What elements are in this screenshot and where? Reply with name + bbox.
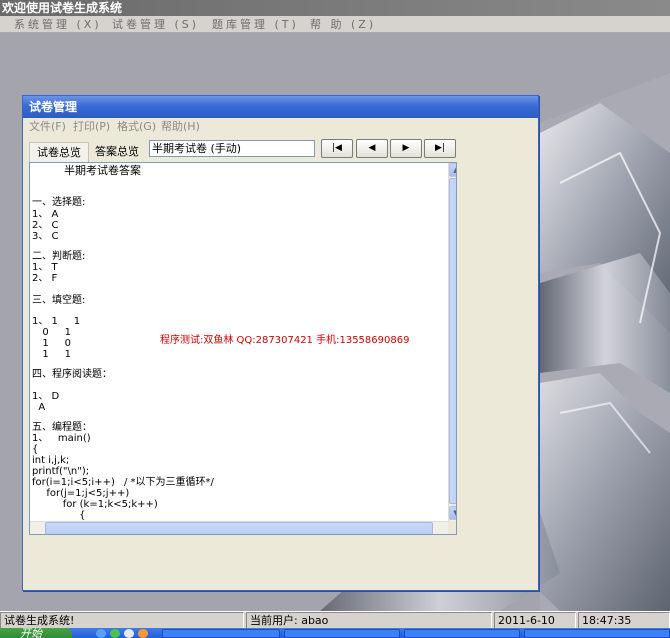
next-record-icon: ▶ bbox=[402, 143, 410, 153]
taskbar-window-2[interactable] bbox=[284, 629, 400, 638]
vertical-scrollbar[interactable]: ▲ ▼ bbox=[448, 163, 456, 521]
menu-child-help[interactable]: 帮助(H) bbox=[161, 118, 200, 136]
child-menubar: 文件(F) 打印(P) 格式(G) 帮助(H) bbox=[23, 118, 538, 136]
code-comment: / *以下为三重循环*/ bbox=[124, 477, 214, 488]
answer-heading: 半期考试卷答案 bbox=[64, 164, 141, 177]
text-line: 1、 main() bbox=[32, 433, 91, 444]
status-date: 2011-6-10 bbox=[494, 612, 576, 629]
menu-format[interactable]: 格式(G) bbox=[117, 118, 156, 136]
menu-questions[interactable]: 题库管理 (T) bbox=[212, 16, 299, 33]
tester-watermark: 程序测试:双鱼林 QQ:287307421 手机:13558690869 bbox=[160, 335, 410, 346]
quicklaunch-desktop-icon[interactable] bbox=[124, 629, 134, 638]
status-app-name: 试卷生成系统! bbox=[0, 612, 244, 629]
first-record-icon: |◀ bbox=[332, 143, 342, 153]
status-bar: 试卷生成系统! 当前用户: abao 2011-6-10 18:47:35 bbox=[0, 611, 670, 629]
section-reading: 四、程序阅读题： bbox=[32, 369, 112, 380]
taskbar-window-4[interactable] bbox=[524, 629, 670, 638]
status-time: 18:47:35 bbox=[578, 612, 670, 629]
menu-exam[interactable]: 试卷管理 (S) bbox=[112, 16, 199, 33]
status-current-user: 当前用户: abao bbox=[246, 612, 492, 629]
chevron-up-icon: ▲ bbox=[453, 166, 456, 174]
menu-print[interactable]: 打印(P) bbox=[73, 118, 110, 136]
quicklaunch-green-icon[interactable] bbox=[110, 629, 120, 638]
child-window-title: 试卷管理 bbox=[23, 96, 538, 118]
text-line: A bbox=[32, 402, 46, 413]
document-selector[interactable]: 半期考试卷 (手动) bbox=[149, 140, 315, 157]
mdi-desktop: 试卷管理 文件(F) 打印(P) 格式(G) 帮助(H) 试卷总览 答案总览 半… bbox=[0, 33, 670, 611]
horizontal-scroll-thumb[interactable] bbox=[45, 522, 433, 534]
section-choice: 一、选择题: bbox=[32, 197, 86, 208]
answer-text-area[interactable]: 半期考试卷答案 一、选择题: 1、 A 2、 C 3、 C 二、判断题: 1、 … bbox=[29, 162, 457, 535]
app-title: 欢迎使用试卷生成系统 bbox=[0, 0, 670, 16]
size-grip bbox=[448, 521, 456, 534]
quicklaunch-media-icon[interactable] bbox=[138, 629, 148, 638]
start-button[interactable]: 开始 bbox=[0, 628, 72, 638]
app-menubar: 系统管理 (X) 试卷管理 (S) 题库管理 (T) 帮 助 (Z) bbox=[0, 16, 670, 33]
vertical-scroll-thumb[interactable] bbox=[449, 178, 456, 504]
windows-taskbar: 开始 bbox=[0, 628, 670, 638]
chevron-down-icon: ▼ bbox=[453, 509, 456, 517]
last-record-button[interactable]: ▶| bbox=[424, 139, 456, 158]
tab-answer-overview[interactable]: 答案总览 bbox=[89, 142, 145, 162]
text-line: 1 1 bbox=[36, 349, 71, 360]
menu-help[interactable]: 帮 助 (Z) bbox=[310, 16, 376, 33]
quicklaunch-ie-icon[interactable] bbox=[96, 629, 106, 638]
taskbar-window-3[interactable] bbox=[404, 629, 520, 638]
scroll-down-button[interactable]: ▼ bbox=[449, 506, 456, 520]
tab-exam-overview[interactable]: 试卷总览 bbox=[29, 142, 89, 162]
text-line: 2、 F bbox=[32, 273, 58, 284]
previous-record-button[interactable]: ◀ bbox=[356, 139, 388, 158]
taskbar-window-1[interactable] bbox=[162, 629, 280, 638]
last-record-icon: ▶| bbox=[435, 143, 445, 153]
menu-system[interactable]: 系统管理 (X) bbox=[14, 16, 102, 33]
first-record-button[interactable]: |◀ bbox=[321, 139, 353, 158]
exam-management-window: 试卷管理 文件(F) 打印(P) 格式(G) 帮助(H) 试卷总览 答案总览 半… bbox=[22, 95, 539, 591]
text-line: 3、 C bbox=[32, 231, 59, 242]
section-fill-blank: 三、填空题: bbox=[32, 295, 86, 306]
scroll-up-button[interactable]: ▲ bbox=[449, 163, 456, 177]
next-record-button[interactable]: ▶ bbox=[390, 139, 422, 158]
previous-record-icon: ◀ bbox=[368, 143, 376, 153]
menu-file[interactable]: 文件(F) bbox=[29, 118, 66, 136]
horizontal-scrollbar[interactable] bbox=[30, 521, 448, 534]
